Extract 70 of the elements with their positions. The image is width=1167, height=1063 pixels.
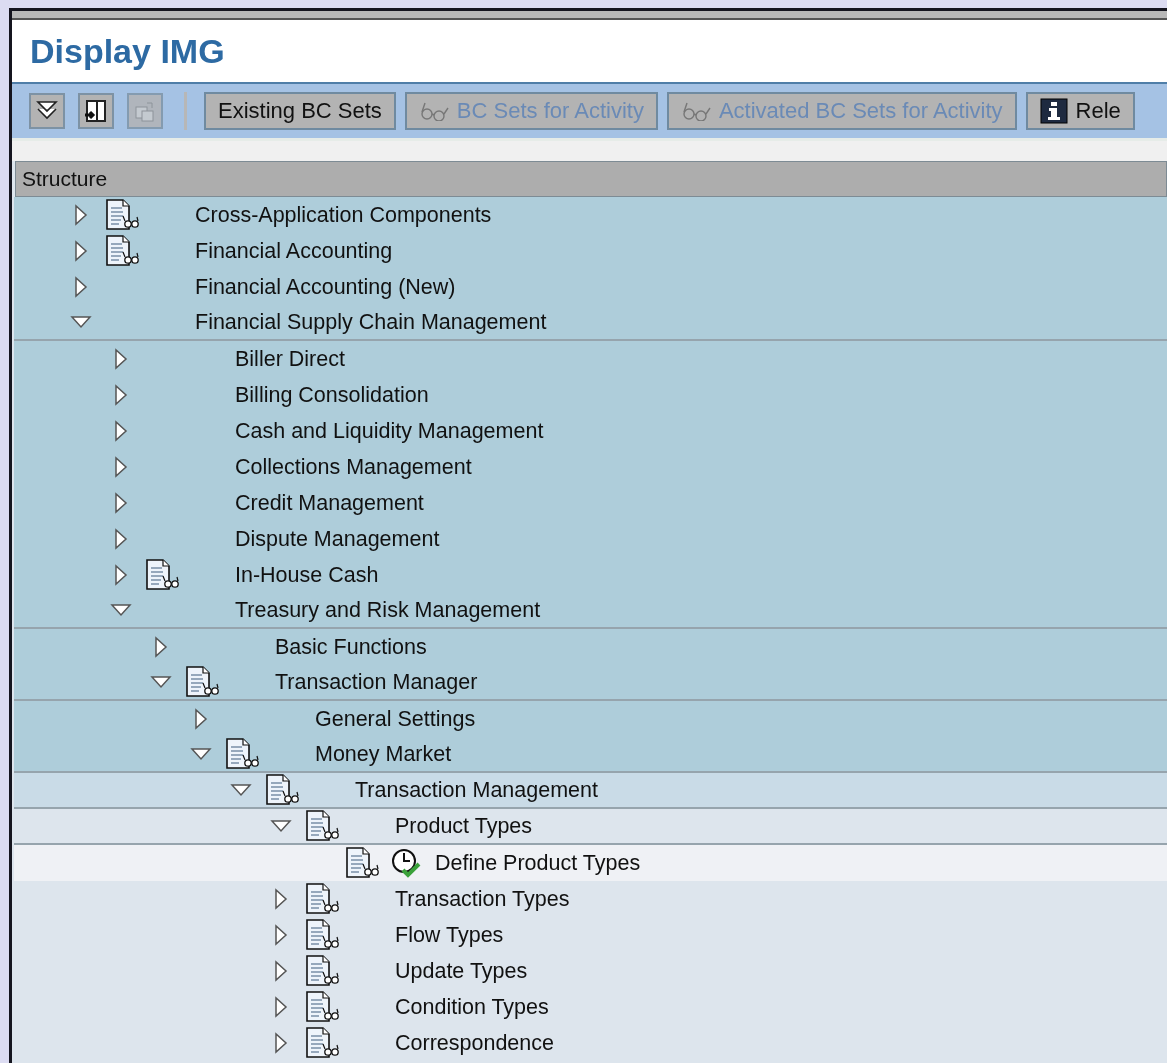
collapse-arrow-icon[interactable] (230, 783, 252, 797)
expand-arrow-icon[interactable] (274, 996, 288, 1018)
column-header: Structure (15, 161, 1167, 197)
expand-arrow-icon[interactable] (114, 348, 128, 370)
glasses-icon (418, 101, 449, 121)
tree-item[interactable]: Transaction Manager (275, 669, 478, 695)
expand-arrow-icon[interactable] (274, 924, 288, 946)
document-icon[interactable] (305, 919, 339, 951)
tree-item[interactable]: Update Types (395, 958, 528, 984)
expand-arrow-icon[interactable] (114, 456, 128, 478)
collapse-arrow-icon[interactable] (70, 315, 92, 329)
document-icon[interactable] (305, 810, 339, 842)
tree-item[interactable]: Money Market (315, 741, 452, 767)
tree-item[interactable]: Transaction Management (355, 777, 598, 803)
expand-arrow-icon[interactable] (74, 240, 88, 262)
tree-item[interactable]: Basic Functions (275, 634, 427, 660)
info-icon (1039, 98, 1068, 124)
tree-item[interactable]: Flow Types (395, 922, 504, 948)
tree-item[interactable]: Cash and Liquidity Management (235, 418, 544, 444)
expand-arrow-icon[interactable] (114, 420, 128, 442)
tree-item[interactable]: Financial Accounting (195, 238, 393, 264)
tree-item[interactable]: Product Types (395, 813, 533, 839)
tree-item[interactable]: Financial Supply Chain Management (195, 309, 547, 335)
document-icon[interactable] (345, 847, 379, 879)
expand-arrow-icon[interactable] (274, 960, 288, 982)
document-icon[interactable] (105, 235, 139, 267)
tree-item[interactable]: Transaction Types (395, 886, 570, 912)
tree-item[interactable]: Dispute Management (235, 526, 440, 552)
document-icon[interactable] (105, 199, 139, 231)
expand-arrow-icon[interactable] (274, 888, 288, 910)
document-icon[interactable] (265, 774, 299, 806)
expand-all-button[interactable] (29, 93, 65, 129)
toolbar-button[interactable]: Rele (1025, 92, 1135, 130)
tree-item[interactable]: Credit Management (235, 490, 424, 516)
tree-item[interactable]: Correspondence (395, 1030, 554, 1056)
document-icon[interactable] (185, 666, 219, 698)
expand-arrow-icon[interactable] (74, 276, 88, 298)
document-icon[interactable] (305, 991, 339, 1023)
collapse-arrow-icon[interactable] (270, 819, 292, 833)
glasses-icon (680, 101, 711, 121)
expand-arrow-icon[interactable] (114, 564, 128, 586)
collapse-arrow-icon[interactable] (110, 603, 132, 617)
copy-icon (133, 99, 157, 123)
tree-item[interactable]: Condition Types (395, 994, 549, 1020)
tree-item[interactable]: Define Product Types (435, 850, 641, 876)
tree-item[interactable]: Financial Accounting (New) (195, 274, 456, 300)
tree-item[interactable]: Collections Management (235, 454, 472, 480)
expand-arrow-icon[interactable] (114, 528, 128, 550)
window-title: Display IMG (30, 31, 225, 71)
toolbar-button[interactable]: Existing BC Sets (204, 92, 396, 130)
expand-arrow-icon[interactable] (74, 204, 88, 226)
document-icon[interactable] (305, 955, 339, 987)
expand-arrow-icon[interactable] (274, 1032, 288, 1054)
tree-item[interactable]: General Settings (315, 706, 476, 732)
document-icon[interactable] (145, 559, 179, 591)
transfer-button[interactable] (78, 93, 114, 129)
expand-arrow-icon[interactable] (154, 636, 168, 658)
tree-item[interactable]: Biller Direct (235, 346, 345, 372)
tree-item[interactable]: Billing Consolidation (235, 382, 429, 408)
collapse-arrow-icon[interactable] (190, 747, 212, 761)
expand-arrow-icon[interactable] (114, 384, 128, 406)
document-icon[interactable] (225, 738, 259, 770)
document-icon[interactable] (305, 883, 339, 915)
document-icon[interactable] (305, 1027, 339, 1059)
expand-arrow-icon[interactable] (114, 492, 128, 514)
expand-arrow-icon[interactable] (194, 708, 208, 730)
tree-item[interactable]: In-House Cash (235, 562, 379, 588)
tree-item[interactable]: Treasury and Risk Management (235, 597, 541, 623)
tree-item[interactable]: Cross-Application Components (195, 202, 492, 228)
collapse-arrow-icon[interactable] (150, 675, 172, 689)
